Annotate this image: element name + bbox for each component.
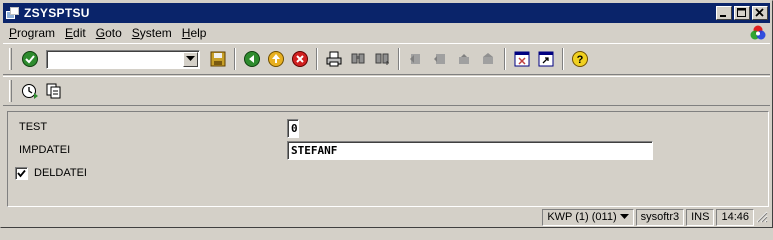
chevron-down-icon [186, 56, 195, 61]
command-input[interactable] [49, 51, 183, 67]
find-next-icon [375, 53, 389, 65]
cancel-icon [292, 51, 308, 67]
server-name: sysoftr3 [640, 211, 680, 223]
status-bar: KWP (1) (011) sysoftr3 INS 14:46 [3, 207, 770, 227]
menu-edit[interactable]: Edit [65, 26, 86, 40]
clock-time: 14:46 [721, 211, 749, 223]
cancel-button[interactable] [289, 48, 311, 70]
execute-button[interactable] [19, 80, 41, 102]
checkmark-icon [17, 169, 26, 178]
toolbar-grip [9, 48, 12, 70]
first-page-button [405, 48, 427, 70]
deldatei-label: DELDATEI [34, 167, 87, 179]
print-button[interactable] [323, 48, 345, 70]
window-title: ZSYSPTSU [24, 6, 90, 20]
chevron-down-icon [619, 214, 629, 219]
create-session-button[interactable] [511, 48, 533, 70]
back-icon [244, 51, 260, 67]
impdatei-field[interactable]: STEFANF [287, 141, 653, 160]
svg-text:?: ? [577, 54, 584, 66]
system-info-panel[interactable]: KWP (1) (011) [542, 208, 634, 226]
find-button[interactable] [347, 48, 369, 70]
back-button[interactable] [241, 48, 263, 70]
menu-system[interactable]: System [132, 26, 172, 40]
test-field[interactable]: 0 [287, 119, 299, 138]
first-page-icon [410, 54, 420, 64]
close-button[interactable] [752, 6, 768, 20]
maximize-button[interactable] [734, 6, 750, 20]
impdatei-label: IMPDATEI [19, 144, 71, 156]
create-shortcut-button[interactable] [535, 48, 557, 70]
minimize-button[interactable] [716, 6, 732, 20]
system-info: KWP (1) (011) [547, 211, 617, 223]
get-variant-button[interactable] [43, 80, 65, 102]
create-shortcut-icon [538, 51, 554, 67]
save-button[interactable] [207, 48, 229, 70]
selection-screen: TEST 0 IMPDATEI STEFANF DELDATEI [7, 111, 769, 207]
get-variant-icon [46, 83, 61, 99]
sap-window: ZSYSPTSU Program Edit Goto System Help ?… [0, 0, 773, 228]
test-label: TEST [19, 121, 48, 133]
sap-logo-icon [750, 25, 766, 40]
exit-button[interactable] [265, 48, 287, 70]
find-icon [351, 53, 365, 64]
next-page-button [453, 48, 475, 70]
time-panel: 14:46 [716, 208, 754, 226]
toolbar-grip [9, 80, 12, 102]
command-dropdown-button[interactable] [183, 51, 198, 67]
close-icon [755, 8, 764, 17]
help-icon: ? [572, 51, 588, 67]
create-session-icon [514, 51, 530, 67]
last-page-icon [483, 53, 493, 64]
last-page-button [477, 48, 499, 70]
command-field[interactable] [46, 49, 200, 69]
help-button[interactable]: ? [569, 48, 591, 70]
previous-page-button [429, 48, 451, 70]
menu-help[interactable]: Help [182, 26, 207, 40]
next-page-icon [459, 54, 469, 64]
save-icon [210, 51, 226, 67]
standard-toolbar: ? [3, 43, 770, 75]
print-icon [326, 51, 342, 67]
resize-grip-icon[interactable] [756, 211, 768, 223]
enter-button[interactable] [19, 48, 41, 70]
application-toolbar [3, 76, 770, 106]
window-icon [6, 6, 20, 20]
execute-icon [22, 84, 38, 99]
insert-mode-panel: INS [686, 208, 715, 226]
exit-icon [268, 51, 284, 67]
menu-program[interactable]: Program [9, 26, 55, 40]
maximize-icon [737, 8, 746, 17]
menu-goto[interactable]: Goto [96, 26, 122, 40]
deldatei-checkbox[interactable] [15, 167, 28, 180]
find-next-button[interactable] [371, 48, 393, 70]
menu-bar: Program Edit Goto System Help [3, 24, 770, 42]
previous-page-icon [434, 54, 445, 64]
server-panel: sysoftr3 [635, 208, 685, 226]
enter-check-icon [22, 51, 38, 67]
insert-mode: INS [691, 211, 710, 223]
minimize-icon [720, 15, 726, 17]
title-bar: ZSYSPTSU [3, 3, 770, 23]
